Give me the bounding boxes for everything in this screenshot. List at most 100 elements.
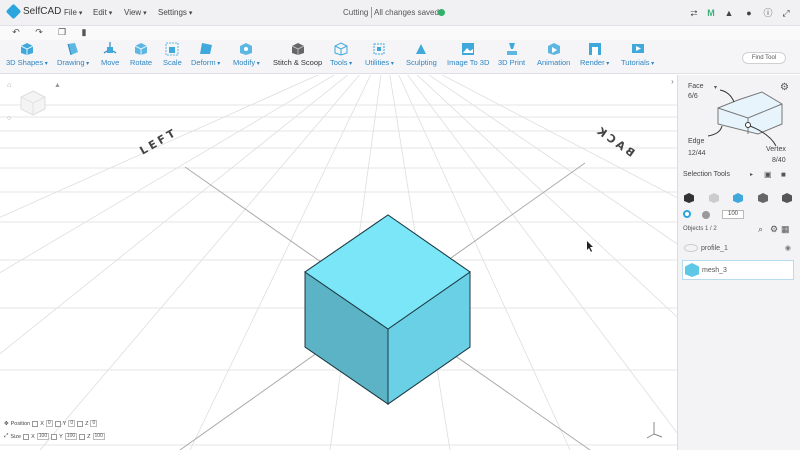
fullscreen-icon[interactable]: ⤢ <box>781 8 791 18</box>
paste-icon[interactable]: ▮ <box>79 27 89 37</box>
tool-scale[interactable]: Scale <box>163 42 182 67</box>
tool-label: Deform <box>191 58 220 67</box>
tool-3d-print[interactable]: 3D Print <box>498 42 525 67</box>
3d-viewport[interactable]: LEFT BACK ⌂ ▲ ○ ✥ Position X 0 Y 0 Z 0 ⤢… <box>0 75 677 450</box>
tool-3d-shapes[interactable]: 3D Shapes <box>6 42 48 67</box>
position-z-input[interactable]: 0 <box>90 420 98 427</box>
bell-icon[interactable]: ▲ <box>724 8 734 18</box>
utilities-icon <box>373 43 385 55</box>
mesh-icon <box>685 263 699 277</box>
vertex-count: 8/40 <box>772 157 786 164</box>
user-icon[interactable]: ● <box>744 8 754 18</box>
redo-icon[interactable]: ↷ <box>34 27 44 37</box>
menu-view[interactable]: View <box>124 8 147 17</box>
position-row: ✥ Position X 0 Y 0 Z 0 <box>4 420 98 427</box>
help-icon[interactable]: ⓘ <box>763 8 773 18</box>
save-status[interactable]: All changes saved <box>374 8 439 17</box>
position-y-input[interactable]: 0 <box>68 420 76 427</box>
tool-label: Modify <box>233 58 260 67</box>
brush-radio-on[interactable] <box>683 210 691 218</box>
tool-stitch-scoop[interactable]: Stitch & Scoop <box>273 42 322 67</box>
tool-utilities[interactable]: Utilities <box>365 42 394 67</box>
pin-icon[interactable]: ○ <box>7 115 11 122</box>
rotate-icon <box>134 43 148 55</box>
tool-image-to-3d[interactable]: Image To 3D <box>447 42 489 67</box>
mouse-cursor <box>587 241 593 252</box>
vertex-label[interactable]: Vertex <box>766 146 786 153</box>
select-object-icon[interactable] <box>684 193 694 203</box>
home-icon[interactable]: ⌂ <box>7 82 11 89</box>
selfcad-logo[interactable]: SelfCAD <box>5 3 61 20</box>
object-settings-icon[interactable]: ⚙ <box>770 224 778 235</box>
tool-label: Render <box>580 58 609 67</box>
tool-label: Drawing <box>57 58 89 67</box>
tool-tools[interactable]: Tools <box>330 42 352 67</box>
profile-icon <box>684 244 698 252</box>
list-item[interactable]: mesh_3 <box>682 260 794 280</box>
axis-y-label: Y <box>62 420 67 427</box>
light-icon[interactable]: ▲ <box>54 82 61 89</box>
position-icon: ✥ <box>4 420 9 427</box>
tool-move[interactable]: Move <box>101 42 119 67</box>
size-y-input[interactable]: 100 <box>64 433 78 440</box>
position-y-lock[interactable] <box>54 420 61 427</box>
tool-modify[interactable]: Modify <box>233 42 260 67</box>
find-tool-input[interactable]: Find Tool <box>742 52 786 64</box>
tool-label: Utilities <box>365 58 394 67</box>
tool-animation[interactable]: Animation <box>537 42 570 67</box>
size-z-lock[interactable] <box>79 433 86 440</box>
hide-eye-icon[interactable]: ◉ <box>785 244 791 252</box>
position-x-lock[interactable] <box>32 420 39 427</box>
document-title[interactable]: Cutting <box>343 8 368 17</box>
tool-label: Rotate <box>130 58 153 67</box>
size-x-lock[interactable] <box>23 433 30 440</box>
select-cube-icon[interactable]: ■ <box>781 170 786 179</box>
grid-view-icon[interactable]: ▦ <box>781 224 790 235</box>
tool-tutorials[interactable]: Tutorials <box>621 42 654 67</box>
tool-deform[interactable]: Deform <box>191 42 220 67</box>
panel-collapse-icon[interactable]: › <box>668 77 677 86</box>
tool-drawing[interactable]: Drawing <box>57 42 89 67</box>
select-group-icon[interactable]: ▣ <box>764 170 772 179</box>
share-icon[interactable]: ⮂ <box>689 8 699 18</box>
edge-label[interactable]: Edge <box>688 138 704 145</box>
tool-label: Tutorials <box>621 58 654 67</box>
tool-rotate[interactable]: Rotate <box>130 42 152 67</box>
selection-mode-diagram[interactable] <box>700 88 792 152</box>
size-y-lock[interactable] <box>51 433 58 440</box>
size-icon: ⤢ <box>4 433 9 439</box>
brush-size-input[interactable]: 100 <box>722 210 744 219</box>
menu-edit[interactable]: Edit <box>93 8 112 17</box>
size-z-input[interactable]: 100 <box>92 433 105 440</box>
position-x-input[interactable]: 0 <box>45 420 53 427</box>
cube-mesh[interactable] <box>304 214 471 405</box>
axis-x-label: X <box>31 433 35 440</box>
tool-label: Stitch & Scoop <box>273 58 323 67</box>
tool-render[interactable]: Render <box>580 42 609 67</box>
menu-file[interactable]: File <box>64 8 82 17</box>
position-z-lock[interactable] <box>77 420 84 427</box>
copy-icon[interactable]: ❐ <box>57 27 67 37</box>
quick-bar <box>0 26 800 40</box>
select-polygon-icon[interactable] <box>709 193 719 203</box>
menu-settings[interactable]: Settings <box>158 8 192 17</box>
select-cursor-icon[interactable]: ▸ <box>750 171 753 178</box>
tool-sculpting[interactable]: Sculpting <box>406 42 437 67</box>
tool-label: Move <box>101 58 120 67</box>
size-x-input[interactable]: 100 <box>36 433 50 440</box>
undo-icon[interactable]: ↶ <box>11 27 21 37</box>
search-icon[interactable]: ⌕ <box>758 224 763 235</box>
m-icon[interactable]: M <box>706 8 716 18</box>
render-icon <box>588 43 601 55</box>
printer-icon <box>506 43 517 55</box>
tool-label: Scale <box>163 58 182 67</box>
select-edge-icon[interactable] <box>758 193 768 203</box>
select-vertex-icon[interactable] <box>782 193 792 203</box>
navigation-cube[interactable] <box>18 88 48 118</box>
tool-label: Sculpting <box>406 58 437 67</box>
image-icon <box>462 43 475 55</box>
select-face-icon[interactable] <box>733 193 743 203</box>
brush-radio-off[interactable] <box>702 211 710 219</box>
list-item[interactable]: profile_1 ◉ <box>682 238 794 258</box>
axis-x-label: X <box>40 420 44 427</box>
